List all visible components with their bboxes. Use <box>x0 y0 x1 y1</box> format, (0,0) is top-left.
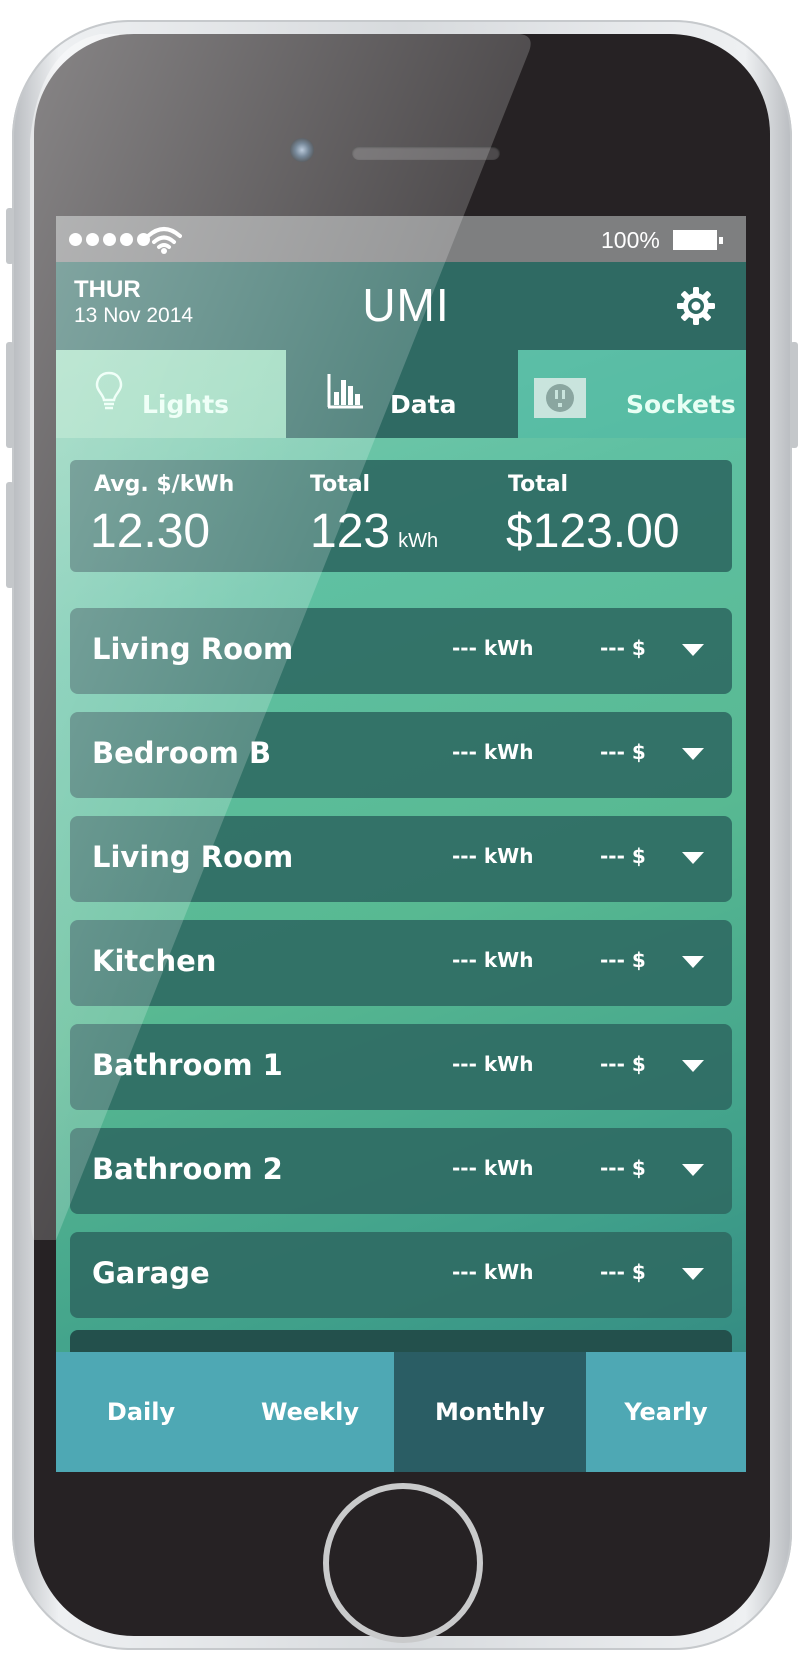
room-cost: --- $ <box>600 740 646 764</box>
total-kwh-value: 123 <box>310 505 391 558</box>
lightbulb-icon <box>95 371 123 410</box>
room-name: Living Room <box>92 632 294 666</box>
period-yearly-button[interactable]: Yearly <box>586 1352 746 1472</box>
room-kwh: --- kWh <box>452 740 534 764</box>
signal-strength-icon <box>69 233 150 246</box>
room-row[interactable]: Bedroom B --- kWh --- $ <box>70 712 732 798</box>
home-button[interactable] <box>323 1483 483 1643</box>
total-cost-value: $123.00 <box>506 505 680 558</box>
total-kwh-value-group: 123 kWh <box>310 504 438 559</box>
tab-lights-label: Lights <box>142 390 230 419</box>
room-kwh: --- kWh <box>452 1260 534 1284</box>
room-row[interactable]: Kitchen --- kWh --- $ <box>70 920 732 1006</box>
total-kwh-label: Total <box>310 472 371 497</box>
battery-icon <box>673 230 723 250</box>
socket-icon <box>534 378 586 418</box>
tab-data[interactable]: Data <box>286 350 518 438</box>
period-weekly-button[interactable]: Weekly <box>226 1352 394 1472</box>
room-kwh: --- kWh <box>452 948 534 972</box>
total-cost-label: Total <box>508 472 569 497</box>
period-selector: Daily Weekly Monthly Yearly <box>56 1352 746 1472</box>
app-screen: 100% THUR 13 Nov 2014 UMI Lights Data So… <box>56 216 746 1472</box>
wifi-icon <box>146 227 182 254</box>
expand-caret-icon[interactable] <box>682 644 704 656</box>
tab-data-label: Data <box>390 390 457 419</box>
power-button <box>790 342 798 448</box>
avg-price-label: Avg. $/kWh <box>94 472 235 497</box>
volume-up-button <box>6 342 14 448</box>
room-kwh: --- kWh <box>452 1052 534 1076</box>
room-kwh: --- kWh <box>452 1156 534 1180</box>
room-kwh: --- kWh <box>452 636 534 660</box>
total-kwh-unit: kWh <box>398 530 439 552</box>
room-name: Bathroom 2 <box>92 1152 283 1186</box>
header-day: THUR <box>74 276 141 303</box>
room-name: Kitchen <box>92 944 217 978</box>
tab-sockets-label: Sockets <box>626 390 736 419</box>
expand-caret-icon[interactable] <box>682 1164 704 1176</box>
usage-summary-card: Avg. $/kWh 12.30 Total 123 kWh Total $123… <box>70 460 732 572</box>
avg-price-value: 12.30 <box>90 505 211 558</box>
room-row[interactable]: Garage --- kWh --- $ <box>70 1232 732 1318</box>
status-bar: 100% <box>56 216 746 262</box>
gear-icon[interactable] <box>676 286 716 326</box>
expand-caret-icon[interactable] <box>682 852 704 864</box>
room-row[interactable]: Bathroom 1 --- kWh --- $ <box>70 1024 732 1110</box>
room-cost: --- $ <box>600 1156 646 1180</box>
earpiece-speaker <box>352 146 500 160</box>
room-row[interactable]: Living Room --- kWh --- $ <box>70 608 732 694</box>
room-cost: --- $ <box>600 844 646 868</box>
tab-lights[interactable]: Lights <box>56 350 286 438</box>
front-camera <box>290 138 314 162</box>
app-title: UMI <box>362 279 450 331</box>
battery-percentage: 100% <box>601 227 660 253</box>
period-monthly-button[interactable]: Monthly <box>394 1352 586 1472</box>
room-name: Bathroom 1 <box>92 1048 283 1082</box>
app-header: THUR 13 Nov 2014 UMI <box>56 262 746 350</box>
expand-caret-icon[interactable] <box>682 956 704 968</box>
tab-sockets[interactable]: Sockets <box>518 350 746 438</box>
room-cost: --- $ <box>600 636 646 660</box>
expand-caret-icon[interactable] <box>682 1268 704 1280</box>
room-cost: --- $ <box>600 948 646 972</box>
room-name: Living Room <box>92 840 294 874</box>
room-cost: --- $ <box>600 1052 646 1076</box>
room-kwh: --- kWh <box>452 844 534 868</box>
room-name: Bedroom B <box>92 736 272 770</box>
mute-switch <box>6 208 14 264</box>
category-tabs: Lights Data Sockets <box>56 350 746 438</box>
header-date: 13 Nov 2014 <box>74 304 194 327</box>
bar-chart-icon <box>327 374 363 409</box>
period-daily-button[interactable]: Daily <box>56 1352 226 1472</box>
expand-caret-icon[interactable] <box>682 748 704 760</box>
expand-caret-icon[interactable] <box>682 1060 704 1072</box>
volume-down-button <box>6 482 14 588</box>
room-name: Garage <box>92 1256 210 1290</box>
room-row[interactable]: Bathroom 2 --- kWh --- $ <box>70 1128 732 1214</box>
room-cost: --- $ <box>600 1260 646 1284</box>
room-row[interactable]: Living Room --- kWh --- $ <box>70 816 732 902</box>
